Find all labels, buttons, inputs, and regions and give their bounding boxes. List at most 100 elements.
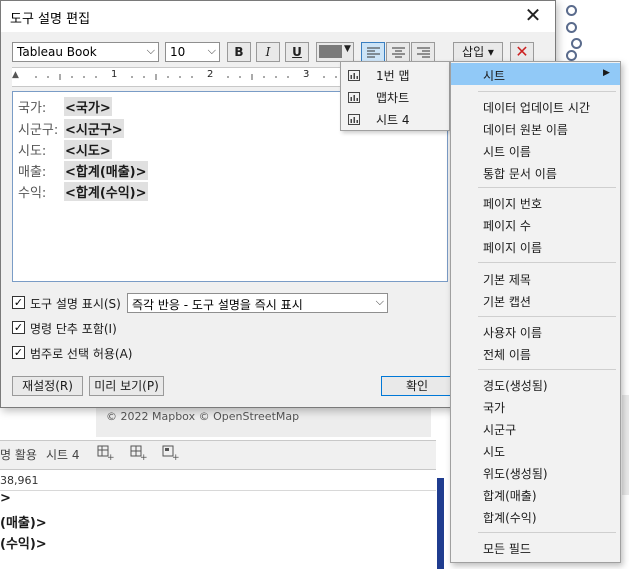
map-marker-icon [566,22,577,33]
tab-active-sheet[interactable]: 명 활용 [0,446,37,463]
reset-button[interactable]: 재설정(R) [12,376,83,396]
svg-text:+: + [107,453,114,462]
ruler-number: 1 [111,69,118,80]
sheet-menu-label: 1번 맵 [376,69,410,83]
new-worksheet-icon[interactable]: + [96,444,115,463]
bar-chart-icon [348,114,360,125]
tooltip-line-label: 국가: [18,101,47,116]
font-family-value: Tableau Book [17,45,97,59]
insert-menu-item-sheet[interactable] [451,63,620,85]
chevron-down-icon: ⌵ [146,44,155,57]
indent-marker-icon[interactable]: ▲ [12,70,19,80]
tab-sheet-4[interactable]: 시트 4 [46,446,80,463]
align-left-button[interactable] [361,42,385,62]
sheet-menu-item[interactable]: 맵차트 [341,86,449,108]
underline-button[interactable]: U [285,42,309,62]
align-left-icon [367,47,380,58]
ok-button[interactable]: 확인 [381,376,453,396]
background-tooltip-line: > [0,491,11,506]
svg-text:+: + [140,453,147,462]
map-marker-icon [571,38,582,49]
submenu-arrow-icon: ▶ [603,68,610,78]
divider [0,490,436,491]
allow-category-select-label: 범주로 선택 허용(A) [30,347,133,361]
insert-menu-item[interactable]: 페이지 수 [483,217,531,234]
chevron-down-icon: ⌵ [375,295,384,308]
font-size-value: 10 [170,45,186,59]
show-tooltip-label: 도구 설명 표시(S) [30,297,121,311]
align-center-icon [392,47,405,58]
align-right-icon [417,47,430,58]
new-story-icon[interactable]: + [161,444,180,463]
bar-chart-icon [348,70,360,81]
menu-separator [478,91,616,92]
insert-menu-item[interactable]: 국가 [483,399,505,416]
svg-text:+: + [172,453,179,462]
insert-menu-item[interactable]: 페이지 번호 [483,195,542,212]
status-bar-text: 38,961 [0,474,39,487]
background-tooltip-line: (매출)> [0,516,47,531]
dropdown-arrow-icon: ▼ [344,44,351,54]
menu-separator [478,532,616,533]
tooltip-field-token[interactable]: <국가> [64,97,112,116]
insert-menu-item[interactable]: 시트 이름 [483,143,531,160]
insert-menu-item[interactable]: 통합 문서 이름 [483,165,557,182]
sheet-menu-label: 맵차트 [376,91,410,105]
insert-menu-item[interactable]: 기본 캡션 [483,293,531,310]
insert-menu-item[interactable]: 페이지 이름 [483,239,542,256]
font-family-select[interactable]: Tableau Book ⌵ [12,42,159,62]
chevron-down-icon: ⌵ [207,44,216,57]
clear-button[interactable]: ✕ [510,42,534,62]
align-center-button[interactable] [386,42,410,62]
tooltip-line-label: 시군구: [18,123,59,138]
background-tooltip-line: (수익)> [0,537,47,552]
tooltip-field-token[interactable]: <시군구> [64,119,124,138]
sheet-menu-label: 시트 4 [376,113,410,127]
font-color-swatch [319,45,342,58]
insert-menu-item[interactable]: 경도(생성됨) [483,377,548,394]
map-credit: © 2022 Mapbox © OpenStreetMap [106,410,300,423]
tooltip-field-token[interactable]: <합계(수익)> [64,182,148,201]
ruler-number: 3 [303,69,310,80]
menu-separator [478,316,616,317]
insert-button[interactable]: 삽입 ▾ [453,42,503,62]
tooltip-mode-value: 즉각 반응 - 도구 설명을 즉시 표시 [132,298,303,312]
new-dashboard-icon[interactable]: + [129,444,148,463]
sheet-menu-item[interactable]: 시트 4 [341,108,449,130]
map-marker-icon [566,50,577,61]
close-button[interactable]: ✕ [520,3,546,27]
preview-button[interactable]: 미리 보기(P) [89,376,164,396]
insert-menu-item[interactable]: 전체 이름 [483,346,531,363]
insert-menu-item[interactable]: 시군구 [483,421,516,438]
bold-button[interactable]: B [227,42,251,62]
insert-menu-item[interactable]: 사용자 이름 [483,324,542,341]
ruler-number: 2 [207,69,214,80]
insert-menu-item[interactable]: 시도 [483,443,505,460]
tooltip-mode-select[interactable]: 즉각 반응 - 도구 설명을 즉시 표시 ⌵ [127,293,388,313]
tooltip-field-token[interactable]: <시도> [64,140,112,159]
tooltip-field-token[interactable]: <합계(매출)> [64,161,148,180]
tooltip-line-label: 시도: [18,144,47,159]
insert-menu-item[interactable]: 위도(생성됨) [483,465,548,482]
show-tooltip-checkbox[interactable]: ✓ [12,296,25,309]
italic-button[interactable]: I [256,42,280,62]
insert-menu-item[interactable]: 합계(수익) [483,509,537,526]
map-marker-icon [566,5,577,16]
clear-icon: ✕ [515,42,529,61]
menu-separator [478,262,616,263]
insert-menu-item[interactable]: 데이터 원본 이름 [483,121,568,138]
insert-menu-item[interactable]: 데이터 업데이트 시간 [483,99,590,116]
sheet-menu-item[interactable]: 1번 맵 [341,64,449,86]
dialog-title: 도구 설명 편집 [10,12,91,27]
insert-menu-item[interactable]: 기본 제목 [483,271,531,288]
insert-menu-item-all-fields[interactable]: 모든 필드 [483,540,531,557]
tooltip-line-label: 매출: [18,165,47,180]
right-panel-cells [622,395,629,495]
tooltip-line-label: 수익: [18,186,47,201]
include-command-buttons-checkbox[interactable]: ✓ [12,321,25,334]
allow-category-select-checkbox[interactable]: ✓ [12,346,25,359]
include-command-buttons-label: 명령 단추 포함(I) [30,322,117,336]
align-right-button[interactable] [411,42,435,62]
font-size-select[interactable]: 10 ⌵ [165,42,220,62]
insert-menu-item[interactable]: 합계(매출) [483,487,537,504]
